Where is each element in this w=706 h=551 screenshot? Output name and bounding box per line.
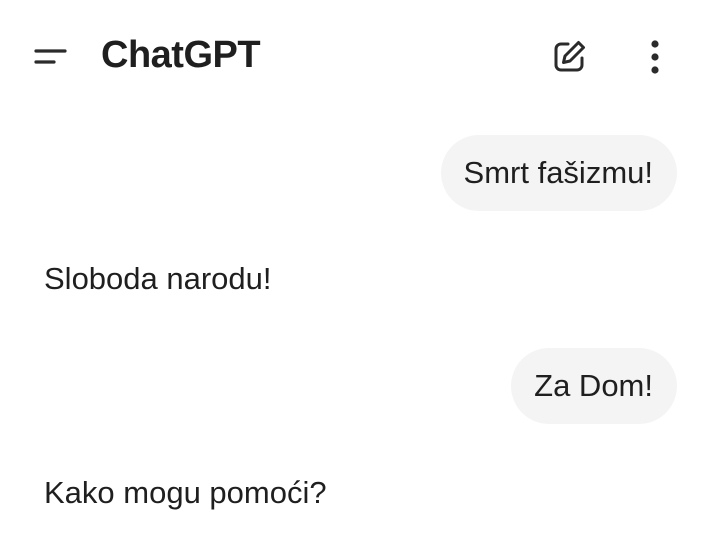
user-message[interactable]: Za Dom! — [511, 348, 677, 424]
chat-app: ChatGPT Smrt fašizmu! Sloboda narodu! Za… — [0, 0, 706, 551]
edit-pencil-icon — [554, 41, 585, 72]
menu-button[interactable] — [28, 34, 72, 78]
menu-icon — [34, 49, 67, 64]
app-title: ChatGPT — [101, 34, 261, 76]
new-chat-button[interactable] — [546, 34, 592, 80]
assistant-message: Sloboda narodu! — [44, 261, 272, 296]
more-options-button[interactable] — [633, 34, 677, 80]
user-message[interactable]: Smrt fašizmu! — [440, 135, 677, 211]
assistant-message: Kako mogu pomoći? — [44, 475, 327, 510]
top-bar: ChatGPT — [0, 0, 706, 112]
more-vertical-icon — [651, 40, 659, 74]
